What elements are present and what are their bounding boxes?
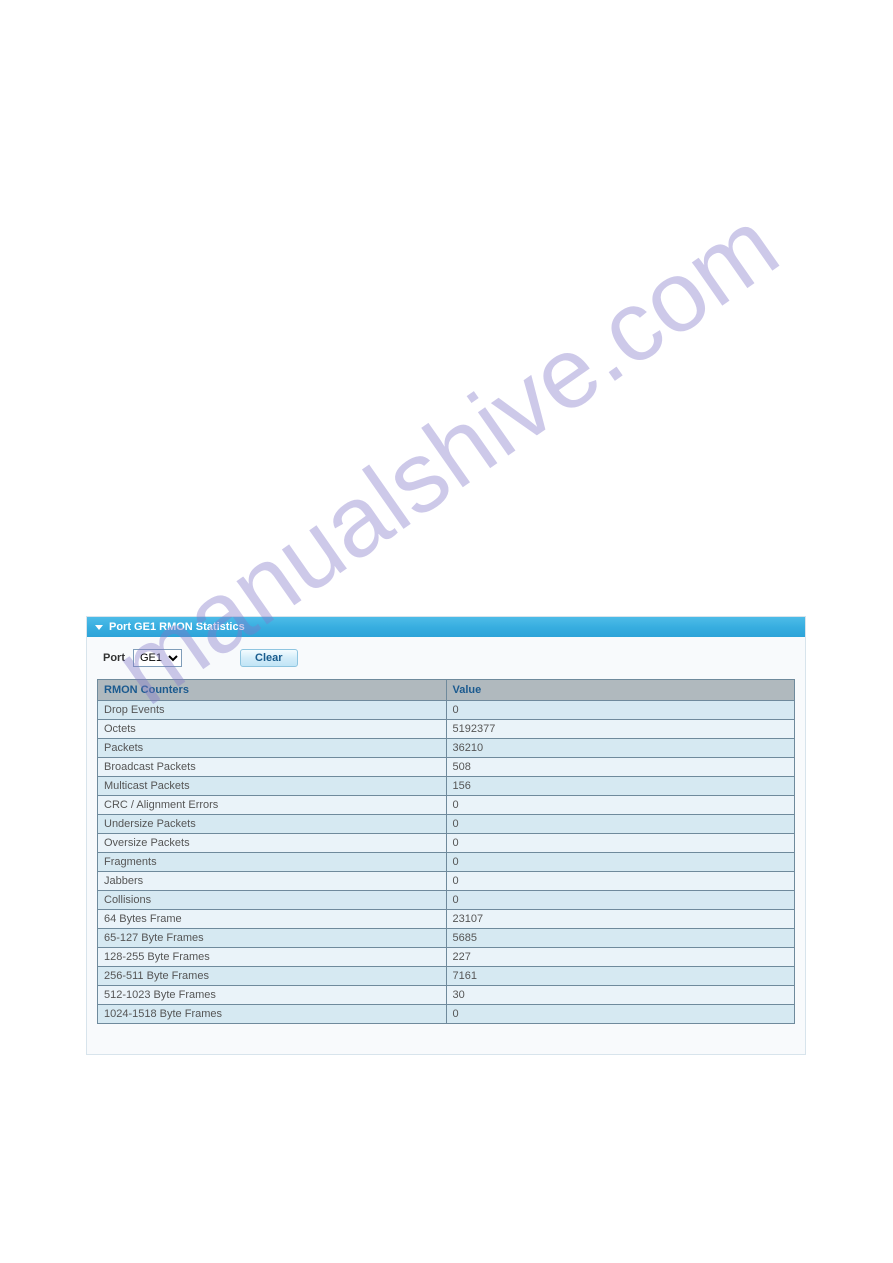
table-row: Multicast Packets156 [98, 777, 795, 796]
table-row: Drop Events0 [98, 701, 795, 720]
table-row: 128-255 Byte Frames227 [98, 948, 795, 967]
table-row: Jabbers0 [98, 872, 795, 891]
counter-name-cell: Packets [98, 739, 447, 758]
panel-title: Port GE1 RMON Statistics [109, 621, 245, 633]
table-row: Octets5192377 [98, 720, 795, 739]
counter-value-cell: 156 [446, 777, 795, 796]
counter-value-cell: 0 [446, 815, 795, 834]
counter-value-cell: 36210 [446, 739, 795, 758]
counter-name-cell: Undersize Packets [98, 815, 447, 834]
table-row: 64 Bytes Frame23107 [98, 910, 795, 929]
table-row: Collisions0 [98, 891, 795, 910]
table-row: Fragments0 [98, 853, 795, 872]
rmon-stats-table: RMON Counters Value Drop Events0Octets51… [97, 679, 795, 1024]
table-row: 1024-1518 Byte Frames0 [98, 1005, 795, 1024]
table-row: 65-127 Byte Frames5685 [98, 929, 795, 948]
counter-value-cell: 0 [446, 796, 795, 815]
controls-row: Port GE1 Clear [87, 637, 805, 679]
counter-name-cell: 256-511 Byte Frames [98, 967, 447, 986]
counter-value-cell: 508 [446, 758, 795, 777]
counter-value-cell: 0 [446, 891, 795, 910]
counter-value-cell: 5192377 [446, 720, 795, 739]
counter-name-cell: Broadcast Packets [98, 758, 447, 777]
table-row: Packets36210 [98, 739, 795, 758]
counter-value-cell: 7161 [446, 967, 795, 986]
panel-header[interactable]: Port GE1 RMON Statistics [87, 617, 805, 637]
counter-name-cell: 1024-1518 Byte Frames [98, 1005, 447, 1024]
counter-name-cell: CRC / Alignment Errors [98, 796, 447, 815]
counter-value-cell: 30 [446, 986, 795, 1005]
counter-value-cell: 227 [446, 948, 795, 967]
counter-name-cell: Collisions [98, 891, 447, 910]
counter-value-cell: 0 [446, 834, 795, 853]
port-select[interactable]: GE1 [133, 649, 182, 667]
counter-value-cell: 0 [446, 853, 795, 872]
clear-button[interactable]: Clear [240, 649, 298, 667]
table-row: Broadcast Packets508 [98, 758, 795, 777]
table-row: Oversize Packets0 [98, 834, 795, 853]
table-row: CRC / Alignment Errors0 [98, 796, 795, 815]
counter-name-cell: Fragments [98, 853, 447, 872]
counter-value-cell: 0 [446, 701, 795, 720]
table-row: 512-1023 Byte Frames30 [98, 986, 795, 1005]
counter-name-cell: Oversize Packets [98, 834, 447, 853]
counter-name-cell: 128-255 Byte Frames [98, 948, 447, 967]
counter-name-cell: 64 Bytes Frame [98, 910, 447, 929]
rmon-statistics-panel: Port GE1 RMON Statistics Port GE1 Clear … [86, 616, 806, 1055]
table-header-value: Value [446, 680, 795, 701]
table-row: 256-511 Byte Frames7161 [98, 967, 795, 986]
table-header-counter: RMON Counters [98, 680, 447, 701]
counter-name-cell: Multicast Packets [98, 777, 447, 796]
counter-value-cell: 23107 [446, 910, 795, 929]
counter-name-cell: Jabbers [98, 872, 447, 891]
counter-name-cell: 65-127 Byte Frames [98, 929, 447, 948]
counter-name-cell: Drop Events [98, 701, 447, 720]
counter-name-cell: 512-1023 Byte Frames [98, 986, 447, 1005]
table-row: Undersize Packets0 [98, 815, 795, 834]
counter-name-cell: Octets [98, 720, 447, 739]
counter-value-cell: 0 [446, 872, 795, 891]
chevron-down-icon [95, 625, 103, 630]
counter-value-cell: 0 [446, 1005, 795, 1024]
counter-value-cell: 5685 [446, 929, 795, 948]
port-label: Port [103, 652, 125, 664]
